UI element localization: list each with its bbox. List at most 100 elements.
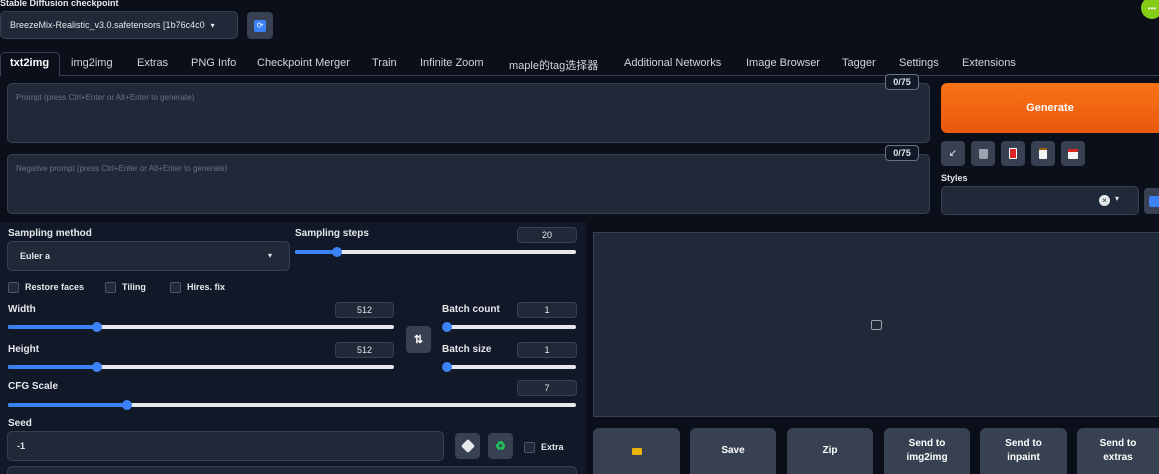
send-to-extras-button[interactable]: Send to extras xyxy=(1077,428,1159,474)
tiling-label: Tiling xyxy=(122,282,146,292)
width-value[interactable]: 512 xyxy=(335,302,394,318)
trash-icon xyxy=(978,148,988,159)
generate-button[interactable]: Generate xyxy=(941,83,1159,133)
generate-label: Generate xyxy=(1026,102,1074,114)
seed-label: Seed xyxy=(8,418,32,429)
send-to-extras-line1: Send to xyxy=(1099,438,1137,449)
batch-count-label: Batch count xyxy=(442,304,500,315)
tab-infinite-zoom[interactable]: Infinite Zoom xyxy=(420,57,484,73)
hires-fix-label: Hires. fix xyxy=(187,282,226,292)
sampling-method-dropdown[interactable]: Euler a ▾ xyxy=(7,241,290,271)
tab-extensions[interactable]: Extensions xyxy=(962,57,1016,73)
width-slider[interactable] xyxy=(8,322,394,332)
prompt-token-counter: 0/75 xyxy=(885,74,919,90)
save-style-button[interactable] xyxy=(1061,141,1085,166)
height-slider[interactable] xyxy=(8,362,394,372)
extra-seed-label: Extra xyxy=(541,442,564,452)
checkpoint-value: BreezeMix-Realistic_v3.0.safetensors [1b… xyxy=(10,20,205,30)
zip-label: Zip xyxy=(822,445,838,456)
send-to-img2img-line2: img2img xyxy=(906,452,948,463)
batch-count-slider[interactable] xyxy=(442,322,576,332)
reuse-seed-button[interactable]: ♻ xyxy=(488,433,513,459)
tab-image-browser[interactable]: Image Browser xyxy=(746,57,820,73)
card-icon xyxy=(1009,148,1017,159)
send-to-img2img-label: Send to img2img xyxy=(906,437,947,465)
send-to-inpaint-line2: inpaint xyxy=(1007,452,1040,463)
cfg-scale-slider[interactable] xyxy=(8,400,576,410)
script-dropdown-edge[interactable] xyxy=(7,466,577,474)
image-placeholder-icon xyxy=(871,319,882,330)
tab-png-info[interactable]: PNG Info xyxy=(191,57,236,73)
sampling-steps-value[interactable]: 20 xyxy=(517,227,577,243)
random-seed-button[interactable] xyxy=(455,433,480,459)
tab-additional-networks[interactable]: Additional Networks xyxy=(624,57,721,73)
swap-dimensions-button[interactable]: ⇅ xyxy=(406,326,431,353)
chevron-down-icon: ▾ xyxy=(267,251,272,260)
slider-thumb[interactable] xyxy=(442,322,452,332)
send-to-inpaint-label: Send to inpaint xyxy=(1005,437,1042,465)
tab-txt2img[interactable]: txt2img xyxy=(10,57,49,73)
send-to-extras-label: Send to extras xyxy=(1100,437,1137,465)
checkpoint-dropdown[interactable]: BreezeMix-Realistic_v3.0.safetensors [1b… xyxy=(0,11,238,39)
tab-img2img[interactable]: img2img xyxy=(71,57,113,73)
tiling-checkbox[interactable] xyxy=(105,282,116,293)
refresh-checkpoint-button[interactable]: ⟳ xyxy=(247,12,273,39)
swap-icon: ⇅ xyxy=(413,334,424,346)
slider-thumb[interactable] xyxy=(91,362,102,372)
batch-size-slider[interactable] xyxy=(442,362,576,372)
tab-maple-tag[interactable]: maple的tag选择器 xyxy=(509,57,598,73)
refresh-icon xyxy=(1148,195,1159,207)
dice-icon xyxy=(460,438,475,454)
seed-input[interactable]: -1 xyxy=(7,431,444,461)
refresh-styles-button[interactable] xyxy=(1144,188,1159,214)
cfg-scale-value[interactable]: 7 xyxy=(517,380,577,396)
send-to-inpaint-button[interactable]: Send to inpaint xyxy=(980,428,1067,474)
expand-button[interactable]: ↙ xyxy=(941,141,965,166)
extra-seed-checkbox[interactable] xyxy=(524,442,535,453)
negative-prompt-placeholder: Negative prompt (press Ctrl+Enter or Alt… xyxy=(16,164,228,173)
restore-faces-checkbox[interactable] xyxy=(8,282,19,293)
hires-fix-checkbox[interactable] xyxy=(170,282,181,293)
tab-extras[interactable]: Extras xyxy=(137,57,168,73)
batch-count-value[interactable]: 1 xyxy=(517,302,577,318)
output-image-area xyxy=(593,232,1159,417)
height-value[interactable]: 512 xyxy=(335,342,394,358)
clear-prompt-button[interactable] xyxy=(971,141,995,166)
batch-size-value[interactable]: 1 xyxy=(517,342,577,358)
open-folder-button[interactable] xyxy=(593,428,680,474)
save-button[interactable]: Save xyxy=(690,428,776,474)
clear-styles-icon[interactable]: × xyxy=(1099,195,1110,206)
recycle-icon: ♻ xyxy=(495,439,506,453)
batch-size-label: Batch size xyxy=(442,344,492,355)
slider-thumb[interactable] xyxy=(91,322,102,332)
sampling-steps-slider[interactable] xyxy=(295,247,576,257)
styles-label: Styles xyxy=(941,173,968,183)
send-to-img2img-line1: Send to xyxy=(908,438,946,449)
expand-icon: ↙ xyxy=(948,148,958,159)
folder-icon xyxy=(631,447,642,455)
chevron-down-icon: ▾ xyxy=(1115,194,1120,203)
height-label: Height xyxy=(8,344,40,355)
refresh-icon: ⟳ xyxy=(254,19,266,32)
prompt-input[interactable] xyxy=(7,83,930,143)
save-label: Save xyxy=(721,445,745,456)
tab-train[interactable]: Train xyxy=(372,57,397,73)
avatar[interactable]: ••• xyxy=(1141,0,1159,19)
extra-networks-button[interactable] xyxy=(1001,141,1025,166)
send-to-img2img-button[interactable]: Send to img2img xyxy=(884,428,970,474)
negative-prompt-token-counter: 0/75 xyxy=(885,145,919,161)
slider-thumb[interactable] xyxy=(442,362,452,372)
tab-checkpoint-merger[interactable]: Checkpoint Merger xyxy=(257,57,350,73)
tab-underline xyxy=(60,75,1159,76)
sampling-method-label: Sampling method xyxy=(8,228,92,239)
paste-style-button[interactable] xyxy=(1031,141,1055,166)
zip-button[interactable]: Zip xyxy=(787,428,873,474)
tab-tagger[interactable]: Tagger xyxy=(842,57,876,73)
negative-prompt-input[interactable] xyxy=(7,154,930,214)
restore-faces-label: Restore faces xyxy=(25,282,85,292)
send-to-inpaint-line1: Send to xyxy=(1005,438,1042,449)
sampling-method-value: Euler a xyxy=(20,251,51,261)
cfg-scale-label: CFG Scale xyxy=(8,381,59,392)
tab-settings[interactable]: Settings xyxy=(899,57,939,73)
send-to-extras-line2: extras xyxy=(1103,452,1133,463)
